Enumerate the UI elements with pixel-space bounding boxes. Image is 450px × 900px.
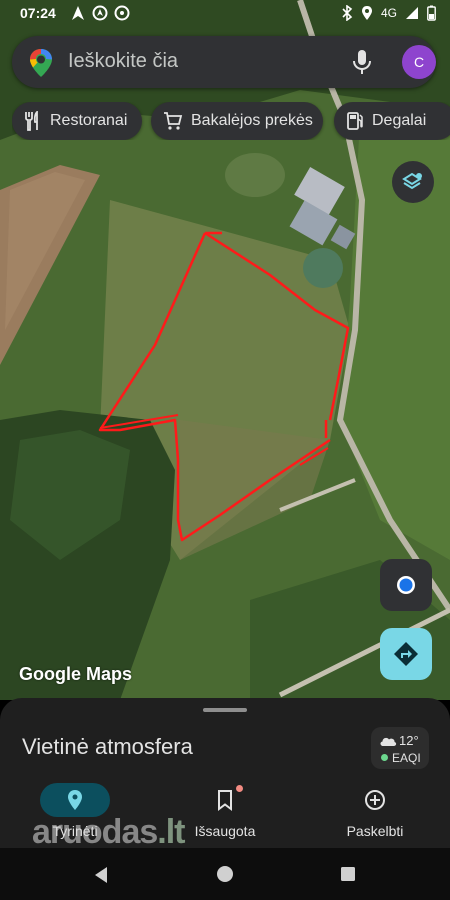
- status-bar: 07:24 4G: [0, 0, 450, 28]
- bookmark-icon: [218, 790, 232, 811]
- chip-label: Restoranai: [50, 112, 128, 129]
- google-maps-logo: Google Maps: [19, 664, 133, 684]
- battery-icon: [427, 5, 436, 21]
- maps-nav-icon: [92, 5, 108, 21]
- tab-contribute[interactable]: Paskelbti: [300, 777, 450, 848]
- bluetooth-icon: [342, 5, 353, 21]
- location-icon: [361, 6, 372, 20]
- category-chips: Restoranai Bakalėjos prekės Degalai: [12, 102, 450, 140]
- map-view[interactable]: 07:24 4G Ieškokite čia C Restoranai Baka…: [0, 0, 450, 700]
- chip-label: Bakalėjos prekės: [191, 112, 313, 129]
- notification-dot: [236, 785, 243, 792]
- plus-circle-icon: [365, 790, 385, 810]
- cart-icon: [164, 112, 183, 130]
- status-time: 07:24: [20, 5, 56, 21]
- gas-pump-icon: [347, 112, 363, 130]
- weather-temp: 12°: [399, 733, 419, 748]
- directions-button[interactable]: [380, 628, 432, 680]
- cloud-icon: [380, 737, 397, 746]
- weather-widget[interactable]: 12° EAQI: [371, 727, 429, 769]
- chip-fuel[interactable]: Degalai: [334, 102, 450, 140]
- home-icon[interactable]: [216, 865, 234, 883]
- account-avatar[interactable]: C: [402, 45, 436, 79]
- aqi-dot: [381, 754, 388, 761]
- chip-restaurants[interactable]: Restoranai: [12, 102, 142, 140]
- drag-handle[interactable]: [203, 708, 247, 712]
- layers-button[interactable]: [392, 161, 434, 203]
- microphone-icon[interactable]: [352, 48, 372, 76]
- search-bar[interactable]: Ieškokite čia C: [12, 36, 436, 88]
- chip-groceries[interactable]: Bakalėjos prekės: [151, 102, 323, 140]
- directions-icon: [394, 642, 418, 666]
- recents-icon[interactable]: [340, 866, 356, 882]
- layers-icon: [402, 172, 422, 190]
- my-location-icon: [397, 576, 415, 594]
- aqi-label: EAQI: [392, 751, 421, 765]
- my-location-button[interactable]: [380, 559, 432, 611]
- search-placeholder[interactable]: Ieškokite čia: [68, 50, 178, 73]
- tab-label: Paskelbti: [346, 823, 404, 839]
- aruodas-watermark: aruodas.lt: [32, 813, 185, 851]
- chip-label: Degalai: [372, 112, 427, 129]
- steering-wheel-icon: [114, 5, 130, 21]
- location-pin-icon: [68, 790, 82, 810]
- back-icon[interactable]: [93, 866, 109, 884]
- system-navigation-bar: [0, 848, 450, 900]
- network-type: 4G: [380, 6, 397, 20]
- navigation-arrow-icon: [72, 6, 84, 20]
- signal-icon: [406, 7, 418, 19]
- sheet-title: Vietinė atmosfera: [22, 734, 193, 759]
- fork-knife-icon: [25, 111, 38, 131]
- google-maps-pin-icon: [30, 49, 52, 77]
